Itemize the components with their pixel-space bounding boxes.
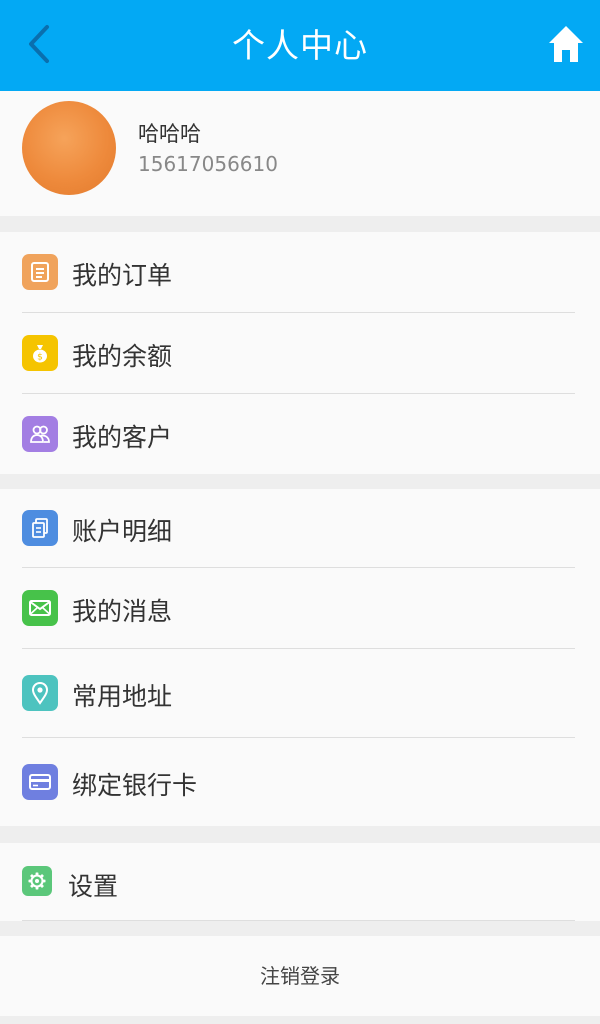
profile-card[interactable]: 哈哈哈 15617056610 [0, 91, 600, 216]
menu-group-2: 账户明细 我的消息 常用地址 绑定银行卡 [0, 489, 600, 826]
profile-name: 哈哈哈 [138, 122, 201, 146]
menu-item-addresses-label: 常用地址 [72, 682, 173, 711]
chevron-left-icon [23, 23, 53, 69]
menu-item-balance[interactable]: $ 我的余额 [0, 313, 600, 393]
menu-item-bank-card-label: 绑定银行卡 [72, 771, 198, 800]
menu-item-orders[interactable]: 我的订单 [0, 232, 600, 312]
location-pin-icon [22, 675, 58, 711]
menu-group-3: 设置 [0, 843, 600, 921]
menu-item-settings-label: 设置 [68, 872, 119, 901]
profile-phone: 15617056610 [138, 152, 278, 176]
menu-item-messages[interactable]: 我的消息 [0, 568, 600, 648]
menu-item-addresses[interactable]: 常用地址 [0, 649, 600, 737]
users-icon [22, 416, 58, 452]
menu-item-customers-label: 我的客户 [72, 423, 173, 452]
menu-item-customers[interactable]: 我的客户 [0, 394, 600, 474]
credit-card-icon [22, 764, 58, 800]
svg-text:$: $ [37, 353, 43, 363]
menu-item-account-details[interactable]: 账户明细 [0, 489, 600, 567]
avatar [22, 101, 116, 195]
top-app-bar: 个人中心 [0, 0, 600, 91]
home-icon [547, 24, 585, 68]
menu-item-settings[interactable]: 设置 [0, 843, 600, 920]
clipboard-icon [22, 254, 58, 290]
menu-item-bank-card[interactable]: 绑定银行卡 [0, 738, 600, 826]
document-icon [22, 510, 58, 546]
menu-item-account-details-label: 账户明细 [72, 517, 173, 546]
logout-label: 注销登录 [260, 964, 340, 988]
menu-item-orders-label: 我的订单 [72, 261, 173, 290]
back-button[interactable] [18, 22, 58, 70]
money-bag-icon: $ [22, 335, 58, 371]
mail-icon [22, 590, 58, 626]
page-title: 个人中心 [232, 26, 368, 65]
menu-item-messages-label: 我的消息 [72, 597, 173, 626]
logout-button[interactable]: 注销登录 [0, 936, 600, 1016]
menu-item-balance-label: 我的余额 [72, 342, 173, 371]
divider [22, 920, 575, 921]
home-button[interactable] [544, 22, 588, 70]
menu-group-1: 我的订单 $ 我的余额 我的客户 [0, 232, 600, 474]
gear-icon [22, 866, 52, 896]
